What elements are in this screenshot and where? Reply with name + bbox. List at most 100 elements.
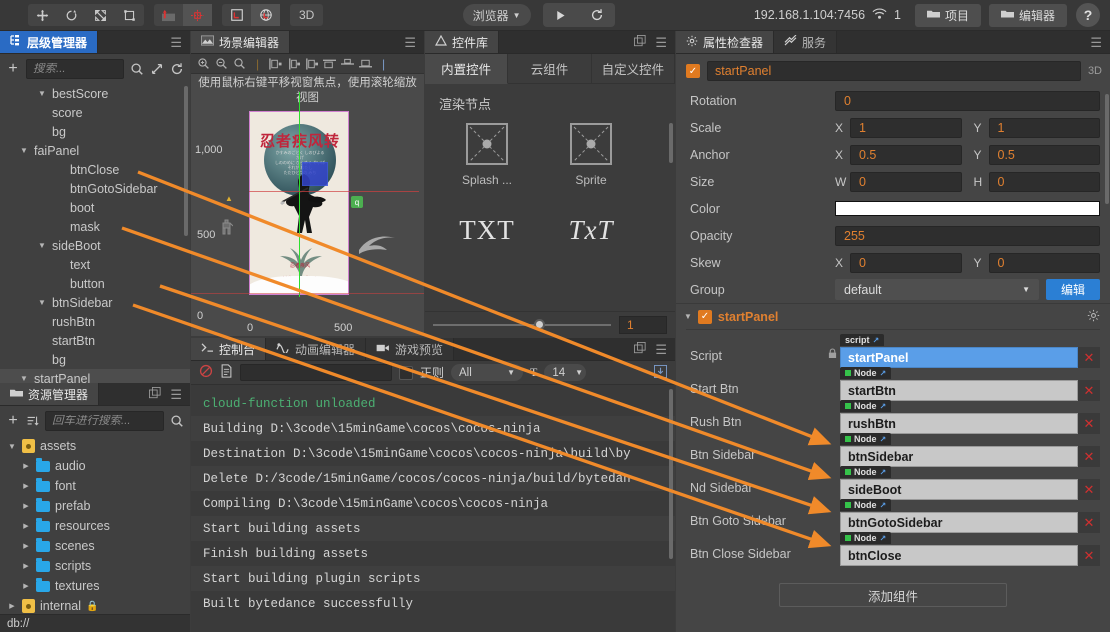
property-y-input[interactable]: 0.5	[988, 144, 1100, 165]
console-log-output[interactable]: cloud-function unloaded Building D:\3code…	[191, 385, 675, 632]
external-link-icon[interactable]: ↗	[880, 435, 887, 444]
assets-menu-icon[interactable]: ☰	[170, 388, 182, 401]
zoom-out-icon[interactable]	[213, 55, 230, 73]
widget-tab-2[interactable]: 自定义控件	[591, 54, 675, 84]
external-link-icon[interactable]: ↗	[880, 534, 887, 543]
font-size-dropdown[interactable]: 14 ▼	[544, 364, 587, 381]
widget-item-label[interactable]: TXT	[449, 215, 525, 246]
twisty-icon[interactable]	[36, 241, 48, 250]
hierarchy-node-bestScore[interactable]: bestScore	[0, 84, 190, 103]
assets-search-input[interactable]	[52, 415, 157, 427]
align-right-icon[interactable]	[303, 55, 320, 73]
zoom-in-icon[interactable]	[195, 55, 212, 73]
hierarchy-node-button[interactable]: button	[0, 274, 190, 293]
component-ref-clear-button[interactable]: ✕	[1078, 512, 1100, 533]
external-link-icon[interactable]: ↗	[880, 501, 887, 510]
assets-tree[interactable]: assets audio font prefab resources scenes scri…	[0, 436, 190, 621]
hierarchy-scrollbar[interactable]	[184, 86, 188, 236]
property-y-input[interactable]: 0	[988, 252, 1100, 273]
component-ref-input[interactable]: startPanel	[840, 347, 1078, 368]
node-enabled-checkbox[interactable]: ✓	[686, 64, 700, 78]
property-y-input[interactable]: 0	[988, 171, 1100, 192]
popout-icon[interactable]	[634, 341, 646, 357]
tab-console-2[interactable]: 游戏预览	[366, 338, 455, 360]
twisty-icon[interactable]	[18, 374, 30, 383]
hierarchy-node-btnClose[interactable]: btnClose	[0, 160, 190, 179]
widget-tab-0[interactable]: 内置控件	[425, 54, 509, 84]
twisty-icon[interactable]	[20, 482, 32, 490]
asset-item-audio[interactable]: audio	[0, 456, 190, 476]
hierarchy-menu-icon[interactable]: ☰	[170, 36, 182, 49]
export-log-icon[interactable]	[654, 364, 667, 381]
preview-target-dropdown[interactable]: 浏览器 ▼	[462, 4, 531, 26]
log-level-dropdown[interactable]: All ▼	[451, 364, 524, 381]
scale-tool-icon[interactable]	[86, 4, 115, 26]
asset-item-assets[interactable]: assets	[0, 436, 190, 456]
hierarchy-search-box[interactable]	[26, 59, 124, 79]
hierarchy-node-btnSidebar[interactable]: btnSidebar	[0, 293, 190, 312]
widgets-scrollbar[interactable]	[669, 123, 673, 163]
twisty-icon[interactable]	[20, 502, 32, 510]
zoom-slider[interactable]	[433, 318, 611, 332]
external-link-icon[interactable]: ↗	[880, 468, 887, 477]
group-select[interactable]: default ▼	[835, 279, 1039, 300]
component-ref-input[interactable]: btnSidebar	[840, 446, 1078, 467]
widget-item-splash[interactable]: Splash ...	[449, 123, 525, 187]
rotate-tool-icon[interactable]	[57, 4, 86, 26]
sort-icon[interactable]	[26, 415, 39, 428]
component-ref-clear-button[interactable]: ✕	[1078, 479, 1100, 500]
component-ref-clear-button[interactable]: ✕	[1078, 545, 1100, 566]
hierarchy-node-btnGotoSidebar[interactable]: btnGotoSidebar	[0, 179, 190, 198]
property-value-input[interactable]: 0	[835, 90, 1100, 111]
property-x-input[interactable]: 1	[850, 117, 962, 138]
hierarchy-node-bg[interactable]: bg	[0, 122, 190, 141]
asset-item-scripts[interactable]: scripts	[0, 556, 190, 576]
hierarchy-tree[interactable]: bestScore score bg faiPanel btnClose btnGotoS…	[0, 84, 190, 384]
add-asset-button[interactable]: +	[6, 413, 20, 429]
component-ref-input[interactable]: startBtn	[840, 380, 1078, 401]
tab-assets[interactable]: 资源管理器	[0, 383, 100, 405]
twisty-icon[interactable]	[6, 602, 18, 610]
external-link-icon[interactable]: ↗	[873, 336, 880, 345]
local-coord-tool-icon[interactable]	[222, 4, 251, 26]
tab-inspector-1[interactable]: 服务	[774, 31, 838, 53]
widgets-menu-icon[interactable]: ☰	[655, 36, 667, 49]
console-filter-input[interactable]	[240, 364, 392, 381]
twisty-icon[interactable]	[36, 89, 48, 98]
add-node-tool-icon[interactable]	[183, 4, 212, 26]
move-tool-icon[interactable]	[28, 4, 57, 26]
popout-icon[interactable]	[634, 34, 646, 50]
property-value-input[interactable]: 255	[835, 225, 1100, 246]
tab-inspector-0[interactable]: 属性检查器	[676, 31, 775, 53]
component-ref-clear-button[interactable]: ✕	[1078, 446, 1100, 467]
regex-checkbox[interactable]	[399, 365, 413, 380]
zoom-value-field[interactable]: 1	[619, 315, 667, 334]
component-ref-input[interactable]: sideBoot	[840, 479, 1078, 500]
twisty-icon[interactable]	[6, 442, 18, 451]
hierarchy-node-boot[interactable]: boot	[0, 198, 190, 217]
play-icon[interactable]	[543, 3, 579, 27]
popout-icon[interactable]	[149, 386, 161, 402]
align-left-icon[interactable]	[267, 55, 284, 73]
node-name-input[interactable]: startPanel	[707, 61, 1081, 81]
scene-menu-icon[interactable]: ☰	[404, 36, 416, 49]
hierarchy-node-startBtn[interactable]: startBtn	[0, 331, 190, 350]
global-coord-tool-icon[interactable]	[251, 4, 280, 26]
asset-item-scenes[interactable]: scenes	[0, 536, 190, 556]
hierarchy-node-sideBoot[interactable]: sideBoot	[0, 236, 190, 255]
component-ref-input[interactable]: btnClose	[840, 545, 1078, 566]
asset-item-prefab[interactable]: prefab	[0, 496, 190, 516]
twisty-icon[interactable]	[18, 146, 30, 155]
asset-item-textures[interactable]: textures	[0, 576, 190, 596]
component-ref-input[interactable]: btnGotoSidebar	[840, 512, 1078, 533]
asset-item-internal[interactable]: internal 🔒	[0, 596, 190, 616]
widget-tab-1[interactable]: 云组件	[508, 54, 592, 84]
component-ref-clear-button[interactable]: ✕	[1078, 413, 1100, 434]
property-y-input[interactable]: 1	[988, 117, 1100, 138]
external-link-icon[interactable]: ↗	[880, 369, 887, 378]
twisty-icon[interactable]	[20, 542, 32, 550]
hierarchy-node-score[interactable]: score	[0, 103, 190, 122]
hierarchy-node-text[interactable]: text	[0, 255, 190, 274]
tab-console-0[interactable]: 控制台	[191, 338, 267, 360]
rect-tool-icon[interactable]	[115, 4, 144, 26]
